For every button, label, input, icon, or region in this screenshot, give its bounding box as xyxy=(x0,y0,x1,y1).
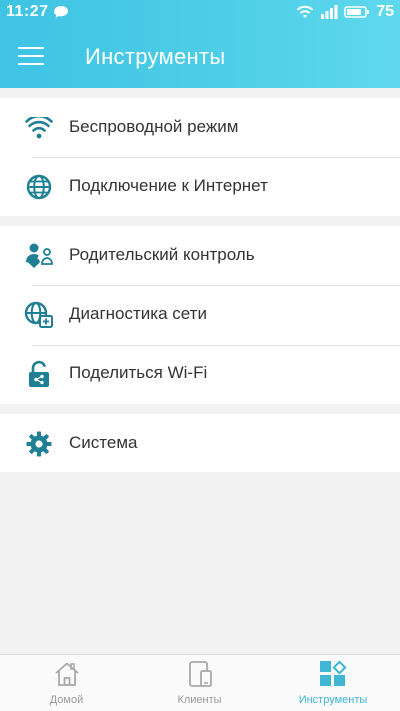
status-time: 11:27 xyxy=(6,3,49,20)
menu-item-share-wifi[interactable]: Поделиться Wi-Fi xyxy=(0,344,400,403)
battery-level: 75 xyxy=(376,3,394,20)
menu-item-label: Система xyxy=(69,433,138,452)
nav-label: Клиенты xyxy=(177,694,222,706)
nav-clients[interactable]: Клиенты xyxy=(133,655,266,711)
menu-item-label: Родительский контроль xyxy=(69,245,255,264)
settings-group-network: Беспроводной режим Подключение к Интерне… xyxy=(0,98,400,216)
wifi-icon xyxy=(297,5,314,18)
menu-item-network-diagnostics[interactable]: Диагностика сети xyxy=(0,285,400,344)
signal-icon xyxy=(321,5,338,19)
menu-item-label: Беспроводной режим xyxy=(69,117,239,136)
settings-group-tools: Родительский контроль Диагностика сети П… xyxy=(0,226,400,404)
tools-grid-icon xyxy=(320,660,347,686)
header: 11:27 75 Инструменты xyxy=(0,0,400,88)
wifi-icon xyxy=(24,114,54,142)
tools-screen: 11:27 75 Инструменты Беспроводной режим … xyxy=(0,0,400,711)
menu-item-system[interactable]: Система xyxy=(0,414,400,473)
app-bar: Инструменты xyxy=(0,26,400,88)
share-wifi-lock-icon xyxy=(24,360,54,388)
gear-icon xyxy=(24,430,54,458)
menu-item-internet[interactable]: Подключение к Интернет xyxy=(0,157,400,216)
menu-item-label: Подключение к Интернет xyxy=(69,176,268,195)
hamburger-menu-icon[interactable] xyxy=(12,38,50,74)
page-title: Инструменты xyxy=(85,44,226,69)
bottom-navigation: Домой Клиенты Инструменты xyxy=(0,654,400,711)
nav-home[interactable]: Домой xyxy=(0,655,133,711)
menu-item-label: Поделиться Wi-Fi xyxy=(69,363,208,382)
nav-label: Домой xyxy=(49,694,84,706)
globe-icon xyxy=(24,173,54,201)
nav-tools[interactable]: Инструменты xyxy=(266,655,400,711)
status-indicators: 75 xyxy=(296,3,394,21)
menu-item-wireless[interactable]: Беспроводной режим xyxy=(0,98,400,157)
chat-icon xyxy=(54,6,68,18)
home-icon xyxy=(54,662,79,686)
menu-item-label: Диагностика сети xyxy=(69,304,207,323)
menu-item-parental-control[interactable]: Родительский контроль xyxy=(0,226,400,285)
settings-group-system: Система xyxy=(0,414,400,472)
nav-label: Инструменты xyxy=(298,694,368,706)
status-bar: 11:27 75 xyxy=(0,0,400,26)
devices-icon xyxy=(188,661,212,687)
network-diagnostics-icon xyxy=(24,301,54,329)
battery-icon xyxy=(344,6,370,18)
parental-control-icon xyxy=(24,242,54,270)
